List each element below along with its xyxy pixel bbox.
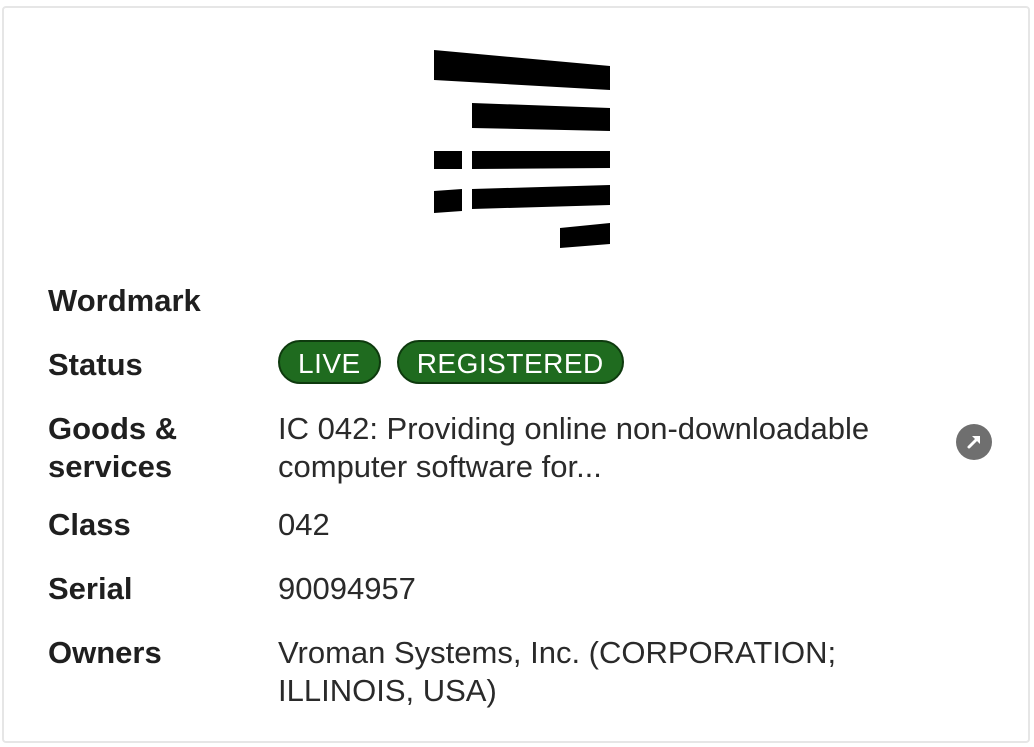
status-badge-registered: REGISTERED [396, 340, 624, 384]
goods-services-value: IC 042: Providing online non-downloadabl… [278, 410, 928, 486]
goods-services-label-line1: Goods & [48, 411, 178, 446]
arrow-up-right-icon [967, 436, 980, 449]
goods-services-label: Goods & services [48, 410, 258, 486]
wordmark-label: Wordmark [48, 283, 201, 318]
status-badges: LIVE REGISTERED [278, 340, 624, 384]
goods-services-label-line2: services [48, 449, 173, 484]
trademark-logo-image [434, 50, 610, 248]
class-label: Class [48, 507, 131, 542]
external-link-arrow-icon[interactable] [956, 424, 992, 460]
trademark-card: Wordmark Status LIVE REGISTERED Goods & … [2, 6, 1030, 743]
status-label: Status [48, 347, 143, 382]
owners-label: Owners [48, 635, 162, 670]
status-badge-live: LIVE [278, 340, 381, 384]
serial-value: 90094957 [278, 571, 416, 606]
owners-value: Vroman Systems, Inc. (CORPORATION; ILLIN… [278, 634, 928, 710]
owners-value-line2: ILLINOIS, USA) [278, 673, 497, 708]
owners-value-line1: Vroman Systems, Inc. (CORPORATION; [278, 635, 837, 670]
goods-services-value-line1: IC 042: Providing online non-downloadabl… [278, 411, 870, 446]
class-value: 042 [278, 507, 330, 542]
goods-services-value-line2: computer software for... [278, 449, 602, 484]
serial-label: Serial [48, 571, 133, 606]
